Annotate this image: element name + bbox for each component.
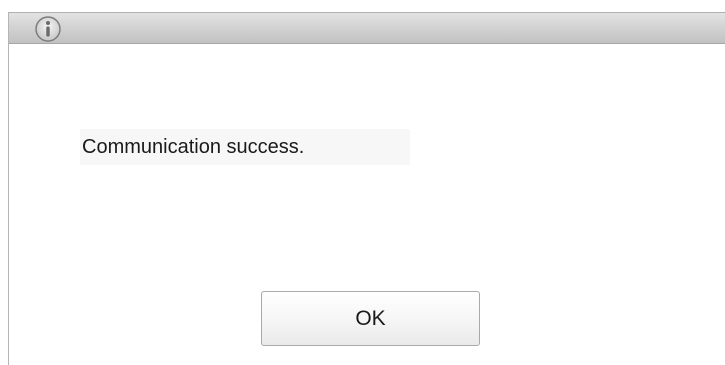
- dialog-message: Communication success.: [80, 129, 410, 165]
- info-icon: [34, 14, 62, 42]
- info-dialog: Communication success. OK: [8, 12, 725, 365]
- ok-button[interactable]: OK: [261, 291, 480, 346]
- dialog-titlebar: [9, 12, 725, 44]
